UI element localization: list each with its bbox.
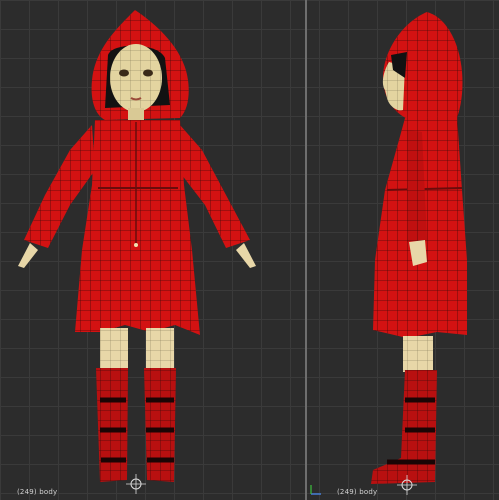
front-character-model[interactable] [0, 0, 305, 500]
front-viewport-status: (249) body [17, 488, 58, 496]
boots [96, 368, 176, 482]
side-character-model[interactable] [307, 0, 499, 500]
boot-side [371, 370, 437, 484]
coat [75, 120, 200, 335]
face [110, 44, 162, 112]
pivot-gizmo[interactable] [126, 474, 146, 494]
side-viewport-status: (249) body [337, 488, 378, 496]
side-viewport[interactable]: (249) body [307, 0, 499, 500]
axis-gizmo-icon [310, 485, 321, 495]
modeling-workspace: (249) body (249) body [0, 0, 499, 500]
legs [100, 328, 174, 370]
front-viewport[interactable]: (249) body [0, 0, 305, 500]
